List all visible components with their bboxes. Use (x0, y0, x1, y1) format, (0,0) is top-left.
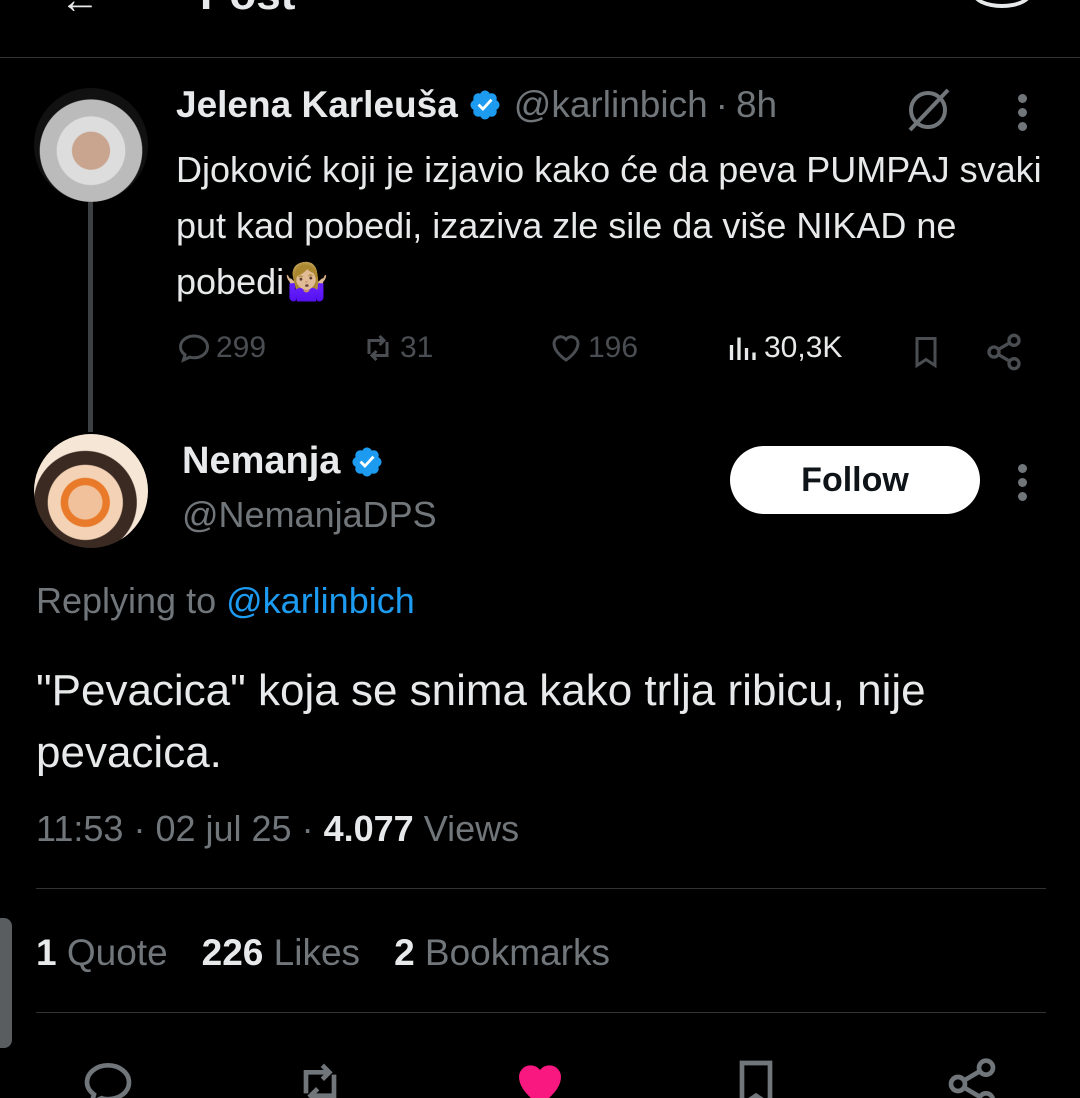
quotes-label: Quote (66, 932, 168, 973)
avatar[interactable] (34, 434, 148, 548)
reply-tweet-header: Nemanja (182, 440, 384, 483)
bookmarks-label: Bookmarks (424, 932, 610, 973)
scroll-indicator[interactable] (0, 918, 12, 1048)
tweet-date[interactable]: 02 jul 25 (155, 808, 291, 849)
reply-count: 299 (216, 331, 267, 364)
views-label: Views (423, 808, 520, 849)
like-count: 196 (588, 331, 639, 364)
author-handle[interactable]: @karlinbich (514, 84, 708, 126)
quotes-count: 1 (36, 932, 57, 973)
bookmark-icon[interactable] (908, 332, 944, 372)
replying-to-link[interactable]: @karlinbich (226, 580, 415, 621)
follow-button[interactable]: Follow (730, 446, 980, 514)
tweet-action-bar (0, 1050, 1080, 1098)
views-count: 30,3K (764, 331, 843, 364)
tweet-time[interactable]: 8h (736, 84, 777, 126)
divider (36, 888, 1046, 889)
repost-icon (367, 334, 389, 362)
top-bar: ← Post (0, 0, 1080, 58)
divider (36, 1012, 1046, 1013)
back-arrow-icon[interactable]: ← (60, 0, 100, 23)
bookmarks-stat[interactable]: 2 Bookmarks (394, 932, 610, 974)
reply-tweet-text: "Pevacica" koja se snima kako trlja ribi… (36, 666, 926, 777)
verified-badge-icon (470, 90, 500, 120)
tweet-meta: 11:53 · 02 jul 25 · 4.077 Views (36, 808, 519, 850)
share-icon[interactable] (944, 1056, 1000, 1098)
engagement-stats: 1 Quote 226 Likes 2 Bookmarks (36, 932, 610, 974)
author-handle[interactable]: @NemanjaDPS (182, 494, 437, 536)
repost-icon[interactable] (292, 1056, 348, 1098)
likes-stat[interactable]: 226 Likes (202, 932, 360, 974)
avatar[interactable] (34, 88, 148, 202)
corner-icon[interactable] (972, 0, 1032, 8)
replying-to: Replying to @karlinbich (36, 580, 415, 622)
quotes-stat[interactable]: 1 Quote (36, 932, 168, 974)
grok-icon[interactable] (902, 84, 954, 136)
author-name[interactable]: Jelena Karleuša (176, 84, 458, 126)
separator: · (715, 84, 728, 125)
page-title: Post (200, 0, 295, 20)
parent-tweet-header: Jelena Karleuša @karlinbich · 8h (176, 84, 777, 126)
parent-tweet-text: Djoković koji je izjavio kako će da peva… (176, 149, 1042, 302)
verified-badge-icon (352, 446, 382, 477)
views-count: 4.077 (323, 808, 414, 849)
repost-action[interactable]: 31 (360, 330, 433, 366)
bookmarks-count: 2 (394, 932, 415, 973)
heart-icon[interactable] (512, 1056, 568, 1098)
thread-connector (88, 202, 93, 432)
more-options-icon[interactable] (1018, 94, 1028, 134)
repost-count: 31 (400, 331, 434, 364)
views-action[interactable]: 30,3K (724, 330, 842, 366)
share-icon[interactable] (984, 332, 1024, 372)
heart-icon (552, 335, 580, 362)
reply-icon (178, 334, 210, 363)
bookmark-icon[interactable] (728, 1056, 784, 1098)
more-options-icon[interactable] (1018, 464, 1028, 504)
likes-label: Likes (273, 932, 361, 973)
reply-icon[interactable] (80, 1056, 136, 1098)
separator: · (301, 808, 314, 849)
views-chart-icon (729, 337, 756, 360)
separator: · (133, 808, 146, 849)
tweet-time[interactable]: 11:53 (36, 808, 123, 849)
replying-prefix: Replying to (36, 580, 217, 621)
likes-count: 226 (201, 932, 264, 973)
like-action[interactable]: 196 (548, 330, 638, 366)
parent-tweet-actions: 299 31 196 30,3K (176, 330, 1036, 374)
author-name[interactable]: Nemanja (182, 440, 340, 483)
reply-action[interactable]: 299 (176, 330, 266, 366)
